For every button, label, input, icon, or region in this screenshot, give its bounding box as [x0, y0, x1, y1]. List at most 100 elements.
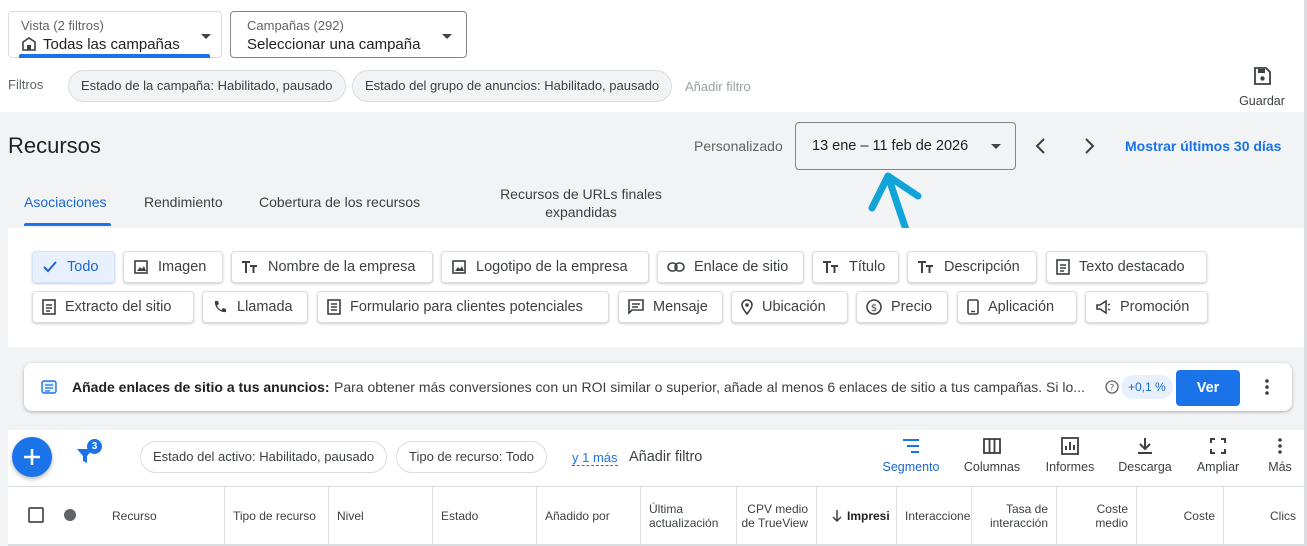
add-filter-link[interactable]: Añadir filtro: [685, 79, 751, 94]
asset-type-chip-ubicacion[interactable]: Ubicación: [731, 291, 848, 323]
asset-type-chip-nombre-empresa[interactable]: Nombre de la empresa: [231, 251, 433, 283]
message-icon: [628, 299, 644, 315]
reports-icon: [1061, 437, 1079, 455]
plus-icon: [24, 449, 40, 465]
columns-icon: [983, 438, 1001, 454]
column-header-coste[interactable]: Coste: [1136, 487, 1223, 545]
campaign-selector[interactable]: Campañas (292) Seleccionar una campaña: [230, 11, 467, 58]
view-selector[interactable]: Vista (2 filtros) Todas las campañas: [8, 11, 222, 58]
more-button[interactable]: Más: [1260, 436, 1300, 474]
fullscreen-button[interactable]: Ampliar: [1190, 436, 1246, 474]
arrow-down-icon: [832, 510, 842, 523]
price-icon: $: [866, 299, 882, 315]
filters-label: Filtros: [8, 77, 44, 92]
asset-type-label: Mensaje: [653, 299, 708, 315]
help-icon[interactable]: ?: [1105, 380, 1119, 399]
filter-chip-adgroup-status[interactable]: Estado del grupo de anuncios: Habilitado…: [352, 70, 673, 102]
ver-button[interactable]: Ver: [1176, 370, 1240, 406]
asset-type-chip-extracto[interactable]: Extracto del sitio: [32, 291, 194, 323]
asset-type-chip-texto-destacado[interactable]: Texto destacado: [1046, 251, 1207, 283]
asset-type-chip-enlace-sitio[interactable]: Enlace de sitio: [657, 251, 804, 283]
filter-chip-asset-type[interactable]: Tipo de recurso: Todo: [396, 441, 548, 473]
asset-type-chip-precio[interactable]: $ Precio: [856, 291, 948, 323]
asset-type-label: Nombre de la empresa: [268, 259, 416, 275]
column-header-nivel[interactable]: Nivel: [328, 487, 432, 545]
filter-chip-campaign-status[interactable]: Estado de la campaña: Habilitado, pausad…: [68, 70, 346, 102]
asset-type-label: Título: [849, 259, 886, 275]
check-icon: [43, 261, 57, 273]
tab-rendimiento[interactable]: Rendimiento: [144, 194, 223, 210]
toolbar-label: Columnas: [963, 460, 1021, 474]
image-icon: [452, 260, 466, 274]
asset-type-chip-aplicacion[interactable]: Aplicación: [957, 291, 1077, 323]
download-button[interactable]: Descarga: [1115, 436, 1175, 474]
image-icon: [134, 260, 148, 274]
more-vert-icon[interactable]: [1264, 379, 1270, 400]
recommendation-text: Para obtener más conversiones con un ROI…: [334, 379, 1085, 395]
asset-type-label: Logotipo de la empresa: [476, 259, 628, 275]
asset-type-label: Todo: [67, 259, 99, 275]
column-header-impresiones[interactable]: Impresi: [816, 487, 896, 545]
phone-icon: [214, 301, 226, 313]
fullscreen-icon: [1210, 438, 1226, 454]
columns-button[interactable]: Columnas: [960, 436, 1024, 474]
more-filters-link[interactable]: y 1 más: [572, 450, 618, 466]
segment-button[interactable]: Segmento: [880, 436, 942, 474]
toolbar-label: Descarga: [1118, 460, 1172, 474]
text-size-icon: [242, 261, 257, 273]
column-header-clics[interactable]: Clics: [1223, 487, 1304, 545]
text-size-icon: [918, 261, 933, 273]
chevron-down-icon: [991, 144, 1001, 149]
column-header-anadido-por[interactable]: Añadido por: [536, 487, 640, 545]
tab-asociaciones[interactable]: Asociaciones: [24, 194, 107, 210]
column-header-interacciones[interactable]: Interacciones: [896, 487, 971, 545]
toolbar-label: Segmento: [882, 460, 940, 474]
column-header-recurso[interactable]: Recurso: [104, 487, 224, 545]
asset-type-chip-todo[interactable]: Todo: [32, 251, 115, 283]
column-header-estado[interactable]: Estado: [432, 487, 536, 545]
tab-cobertura[interactable]: Cobertura de los recursos: [259, 194, 420, 210]
asset-type-chip-descripcion[interactable]: Descripción: [907, 251, 1037, 283]
toolbar-label: Ampliar: [1196, 460, 1240, 474]
column-header-tipo-recurso[interactable]: Tipo de recurso: [224, 487, 328, 545]
column-header-cpv-medio[interactable]: CPV medio de TrueView: [736, 487, 816, 545]
uplift-badge: +0,1 %: [1121, 375, 1173, 399]
column-header-tasa-interaccion[interactable]: Tasa de interacción: [971, 487, 1056, 545]
asset-type-chip-imagen[interactable]: Imagen: [123, 251, 223, 283]
save-button[interactable]: Guardar: [1234, 66, 1290, 108]
campaign-selector-value: Seleccionar una campaña: [247, 36, 421, 53]
column-header-ultima-actualizacion[interactable]: Última actualización: [640, 487, 736, 545]
svg-text:?: ?: [1110, 384, 1115, 394]
asset-type-chip-llamada[interactable]: Llamada: [202, 291, 308, 323]
date-range-value: 13 ene – 11 feb de 2026: [812, 138, 969, 154]
asset-type-chip-promocion[interactable]: Promoción: [1085, 291, 1208, 323]
next-period-icon[interactable]: [1082, 137, 1096, 160]
asset-type-label: Descripción: [944, 259, 1020, 275]
asset-type-chip-mensaje[interactable]: Mensaje: [618, 291, 723, 323]
tab-urls-expandidas[interactable]: Recursos de URLs finales expandidas: [490, 185, 672, 221]
view-selector-underline: [19, 54, 210, 58]
show-last-30-days-link[interactable]: Mostrar últimos 30 días: [1125, 138, 1281, 154]
previous-period-icon[interactable]: [1034, 137, 1048, 160]
asset-type-chip-titulo[interactable]: Título: [812, 251, 899, 283]
select-all-checkbox[interactable]: [28, 507, 44, 523]
recommendation-banner: Añade enlaces de sitio a tus anuncios: P…: [24, 363, 1292, 411]
asset-type-label: Llamada: [237, 299, 293, 315]
add-fab-button[interactable]: [12, 437, 52, 477]
document-icon: [42, 299, 56, 315]
chevron-down-icon: [201, 34, 211, 39]
column-header-coste-medio[interactable]: Coste medio: [1056, 487, 1136, 545]
reports-button[interactable]: Informes: [1040, 436, 1100, 474]
table-add-filter-link[interactable]: Añadir filtro: [629, 449, 702, 465]
filter-chip-asset-status[interactable]: Estado del activo: Habilitado, pausado: [140, 441, 388, 473]
view-selector-label: Vista (2 filtros): [21, 18, 104, 33]
date-range-picker[interactable]: 13 ene – 11 feb de 2026: [795, 122, 1016, 170]
asset-type-chip-logotipo[interactable]: Logotipo de la empresa: [441, 251, 649, 283]
filter-count-badge: 3: [87, 439, 102, 454]
tab-active-indicator: [24, 223, 111, 226]
asset-type-chip-formulario[interactable]: Formulario para clientes potenciales: [317, 291, 609, 323]
toolbar-label: Informes: [1045, 460, 1095, 474]
asset-type-label: Imagen: [158, 259, 207, 275]
status-dot-icon: [64, 509, 76, 521]
view-selector-value: Todas las campañas: [43, 36, 180, 53]
